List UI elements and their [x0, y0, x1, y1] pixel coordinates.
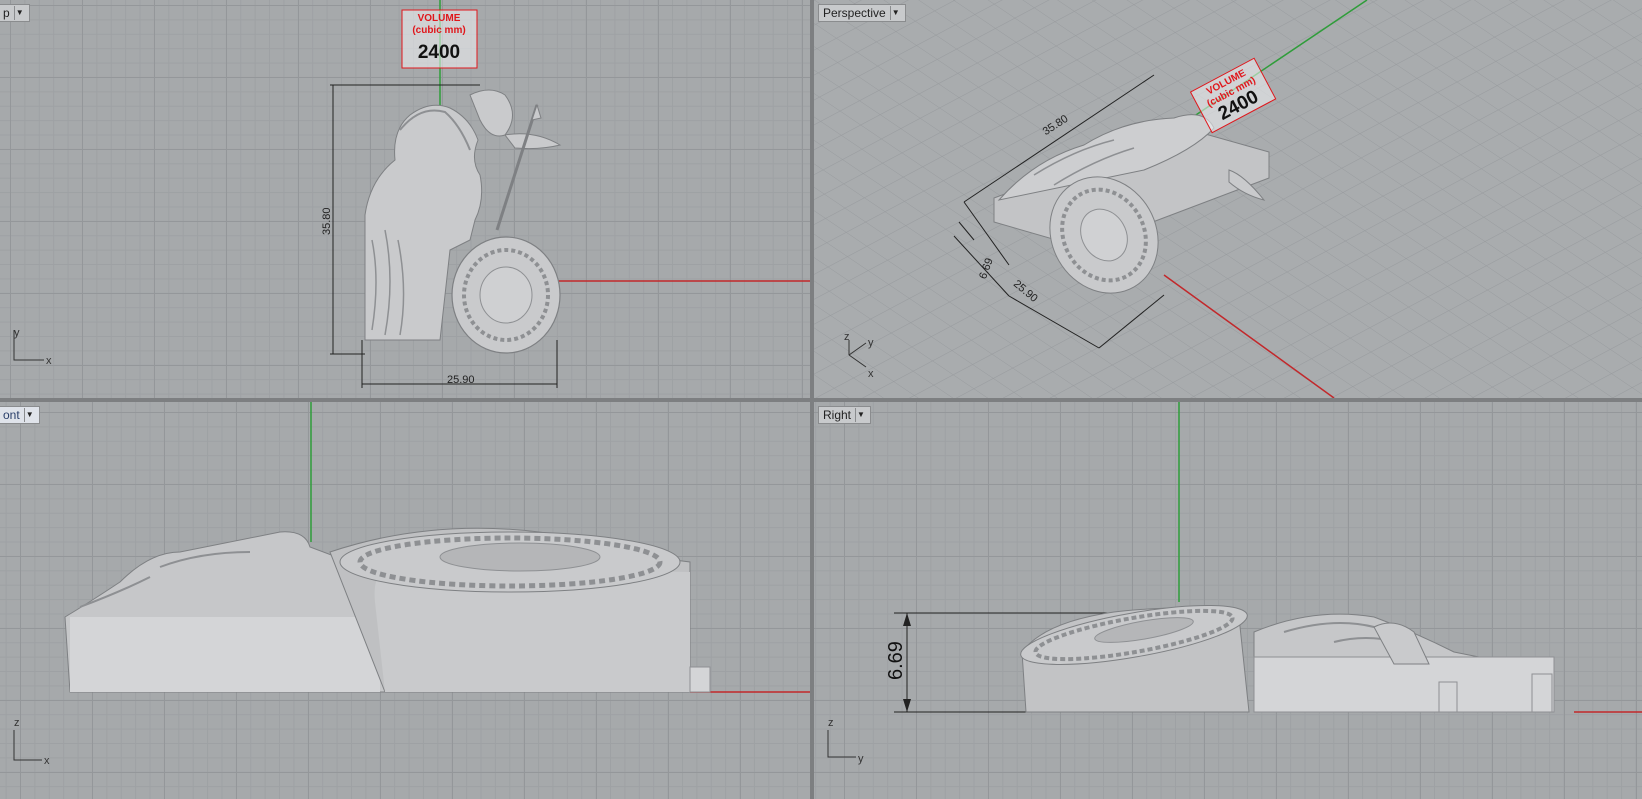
perspective-view-canvas: 35.80 6.69 25.90 VOLUME (cubic mm) 2400 …	[814, 0, 1642, 398]
dim-width-label: 25.90	[447, 374, 475, 386]
viewport-title: Perspective	[823, 6, 886, 20]
model-relief	[64, 527, 711, 693]
axis-y-label: y	[14, 327, 20, 339]
dim-height-label: 35.80	[321, 207, 333, 235]
viewport-title: Right	[823, 408, 852, 422]
volume-value: 2400	[418, 42, 460, 63]
viewport-front[interactable]: ont ▼ z x	[0, 402, 810, 799]
viewport-title: ont	[3, 408, 20, 422]
volume-tag: VOLUME (cubic mm) 2400	[401, 9, 478, 69]
viewport-right[interactable]: Right ▼ 6.69 z y	[814, 402, 1642, 799]
viewport-label-front[interactable]: ont ▼	[0, 406, 40, 424]
axis-y-label: y	[858, 753, 864, 765]
axis-z-label: z	[828, 717, 834, 729]
front-view-canvas: z x	[13, 402, 810, 767]
world-axes-icon: z x	[13, 717, 50, 767]
viewport-top[interactable]: p ▼ 35.80 25.90 VOLUME (cubic mm) 2400 y…	[0, 0, 810, 398]
axis-x-label: x	[44, 755, 50, 767]
dropdown-arrow-icon[interactable]: ▼	[855, 408, 866, 422]
dropdown-arrow-icon[interactable]: ▼	[13, 6, 25, 20]
viewport-label-top[interactable]: p ▼	[0, 4, 30, 22]
axis-y-label: y	[868, 337, 874, 349]
dropdown-arrow-icon[interactable]: ▼	[889, 6, 901, 20]
axis-z-label: z	[844, 331, 850, 343]
axis-x-label: x	[46, 355, 52, 367]
right-view-canvas: 6.69 z y	[827, 402, 1642, 765]
viewport-label-right[interactable]: Right ▼	[818, 406, 872, 424]
world-axes-icon: y x	[13, 327, 52, 367]
model-relief	[1020, 605, 1555, 713]
viewport-title: p	[3, 6, 10, 20]
dropdown-arrow-icon[interactable]: ▼	[23, 408, 35, 422]
axis-z-label: z	[14, 717, 20, 729]
volume-title: VOLUME	[418, 13, 461, 24]
axis-x-label: x	[868, 368, 874, 380]
model-relief	[364, 89, 562, 354]
dim-height-label: 6.69	[885, 641, 907, 680]
volume-unit: (cubic mm)	[412, 25, 465, 36]
world-axes-icon: z y	[827, 717, 864, 765]
top-view-canvas: 35.80 25.90 VOLUME (cubic mm) 2400 y x	[13, 0, 810, 388]
viewport-perspective[interactable]: Perspective ▼ 35.80 6.69 25.90 VOLUME (c…	[814, 0, 1642, 398]
viewport-label-perspective[interactable]: Perspective ▼	[818, 4, 906, 22]
